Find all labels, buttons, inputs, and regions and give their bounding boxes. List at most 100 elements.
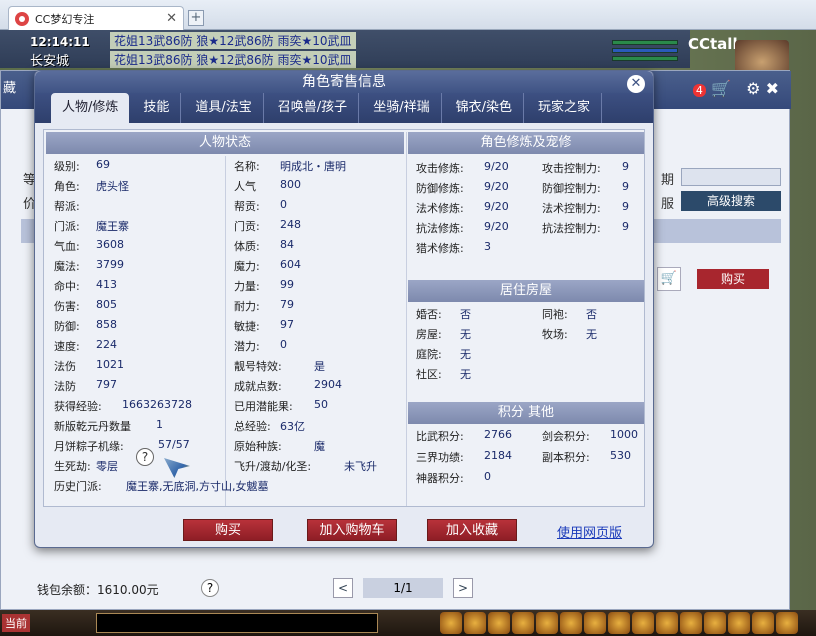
section-header-housing: 居住房屋: [408, 280, 644, 302]
shortcut-icon[interactable]: [632, 612, 654, 634]
points-value: 2184: [484, 449, 512, 462]
shortcut-icon[interactable]: [776, 612, 798, 634]
cultivation-value: 9/20: [484, 160, 509, 173]
cultivation-label: 攻击修炼:: [416, 162, 464, 175]
advanced-search-button[interactable]: 高级搜索: [681, 191, 781, 211]
cultivation-value: 9: [622, 200, 629, 213]
shortcut-icon[interactable]: [488, 612, 510, 634]
add-to-cart-icon[interactable]: 🛒: [657, 267, 681, 291]
shortcut-icon[interactable]: [680, 612, 702, 634]
shortcut-icon[interactable]: [728, 612, 750, 634]
shortcut-icon[interactable]: [512, 612, 534, 634]
cultivation-label: 抗法修炼:: [416, 222, 464, 235]
shortcut-icon[interactable]: [440, 612, 462, 634]
stat-label: 角色:: [54, 180, 80, 193]
browser-tab[interactable]: CC梦幻专注 ✕: [8, 6, 184, 30]
chat-broadcast-line: 花姐13武86防 狼★12武86防 雨奕★10武皿: [110, 51, 356, 68]
cultivation-value: 3: [484, 240, 491, 253]
column-divider: [406, 132, 407, 506]
shortcut-icon[interactable]: [704, 612, 726, 634]
dialog-tab-bar: 人物/修炼 技能 道具/法宝 召唤兽/孩子 坐骑/祥瑞 锦衣/染色 玩家之家: [35, 93, 653, 123]
stat-label: 获得经验:: [54, 400, 102, 413]
add-to-cart-button[interactable]: 加入购物车: [307, 519, 397, 541]
side-label: 期: [661, 173, 675, 188]
buy-button[interactable]: 购买: [183, 519, 273, 541]
tab-close-icon[interactable]: ✕: [166, 11, 177, 26]
shortcut-icon[interactable]: [656, 612, 678, 634]
listing-buy-button[interactable]: 购买: [697, 269, 769, 289]
tab-items[interactable]: 道具/法宝: [184, 93, 264, 123]
stat-label: 名称:: [234, 160, 260, 173]
shortcut-icon[interactable]: [464, 612, 486, 634]
stat-label: 月饼粽子机缘:: [54, 440, 124, 453]
stat-value: 虎头怪: [96, 180, 129, 193]
stat-label: 气血:: [54, 240, 80, 253]
points-value: 530: [610, 449, 631, 462]
stat-value: 3608: [96, 238, 124, 251]
cultivation-label: 抗法控制力:: [542, 222, 601, 235]
housing-value: 无: [460, 348, 471, 361]
shortcut-icon[interactable]: [608, 612, 630, 634]
tab-home[interactable]: 玩家之家: [527, 93, 602, 123]
stat-label: 体质:: [234, 240, 260, 253]
shortcut-icon[interactable]: [560, 612, 582, 634]
tab-character[interactable]: 人物/修炼: [51, 93, 130, 123]
shortcut-icon[interactable]: [752, 612, 774, 634]
stat-value: 1: [156, 418, 163, 431]
next-page-button[interactable]: >: [453, 578, 473, 598]
stat-value: 0: [280, 338, 287, 351]
game-clock: 12:14:11: [30, 35, 90, 49]
stat-value: 未飞升: [344, 460, 377, 473]
tab-skills[interactable]: 技能: [132, 93, 182, 123]
housing-value: 否: [460, 308, 471, 321]
cart-icon[interactable]: 🛒: [711, 79, 731, 98]
help-icon[interactable]: ?: [201, 579, 219, 597]
settings-icon[interactable]: ⚙: [746, 79, 760, 98]
stat-label: 耐力:: [234, 300, 260, 313]
close-icon[interactable]: ✖: [766, 79, 779, 98]
stat-label: 总经验:: [234, 420, 271, 433]
stat-label: 魔力:: [234, 260, 260, 273]
stat-value: 97: [280, 318, 294, 331]
shortcut-icon[interactable]: [584, 612, 606, 634]
tab-pets[interactable]: 召唤兽/孩子: [267, 93, 360, 123]
stat-value: 50: [314, 398, 328, 411]
side-label: 服: [661, 197, 675, 212]
shortcut-icon[interactable]: [536, 612, 558, 634]
filter-input[interactable]: [681, 168, 781, 186]
use-web-version-link[interactable]: 使用网页版: [557, 522, 622, 541]
points-value: 2766: [484, 428, 512, 441]
tab-mounts[interactable]: 坐骑/祥瑞: [362, 93, 442, 123]
trade-panel-header-icons: 4 🛒 ⚙ ✖: [692, 79, 779, 98]
housing-label: 同袍:: [542, 308, 568, 321]
stat-value: 797: [96, 378, 117, 391]
tab-outfits[interactable]: 锦衣/染色: [445, 93, 524, 123]
stat-value: 805: [96, 298, 117, 311]
stat-value: 248: [280, 218, 301, 231]
chat-channel-label[interactable]: 当前: [2, 614, 30, 632]
chat-broadcast-line: 花姐13武86防 狼★12武86防 雨奕★10武皿: [110, 32, 356, 49]
dialog-title: 角色寄售信息: [35, 71, 653, 93]
prev-page-button[interactable]: <: [333, 578, 353, 598]
page-indicator: 1/1: [363, 578, 443, 598]
stat-value: 魔王寨,无底洞,方寸山,女魃墓: [126, 480, 269, 493]
new-tab-button[interactable]: +: [188, 10, 204, 26]
cultivation-label: 防御控制力:: [542, 182, 601, 195]
stat-label: 力量:: [234, 280, 260, 293]
side-label: 藏: [3, 81, 17, 96]
stat-label: 原始种族:: [234, 440, 282, 453]
add-favorite-button[interactable]: 加入收藏: [427, 519, 517, 541]
housing-label: 庭院:: [416, 348, 442, 361]
stat-label: 法伤: [54, 360, 76, 373]
stat-value: 是: [314, 360, 325, 373]
stat-label: 级别:: [54, 160, 80, 173]
housing-value: 否: [586, 308, 597, 321]
stat-value: 魔王寨: [96, 220, 129, 233]
pagination: < 1/1 >: [333, 578, 473, 598]
housing-value: 无: [586, 328, 597, 341]
help-icon[interactable]: ?: [136, 448, 154, 466]
status-bars: [612, 40, 678, 64]
chat-input[interactable]: [96, 613, 378, 633]
dialog-close-icon[interactable]: ✕: [627, 75, 645, 93]
cc-favicon-icon: [15, 11, 29, 26]
